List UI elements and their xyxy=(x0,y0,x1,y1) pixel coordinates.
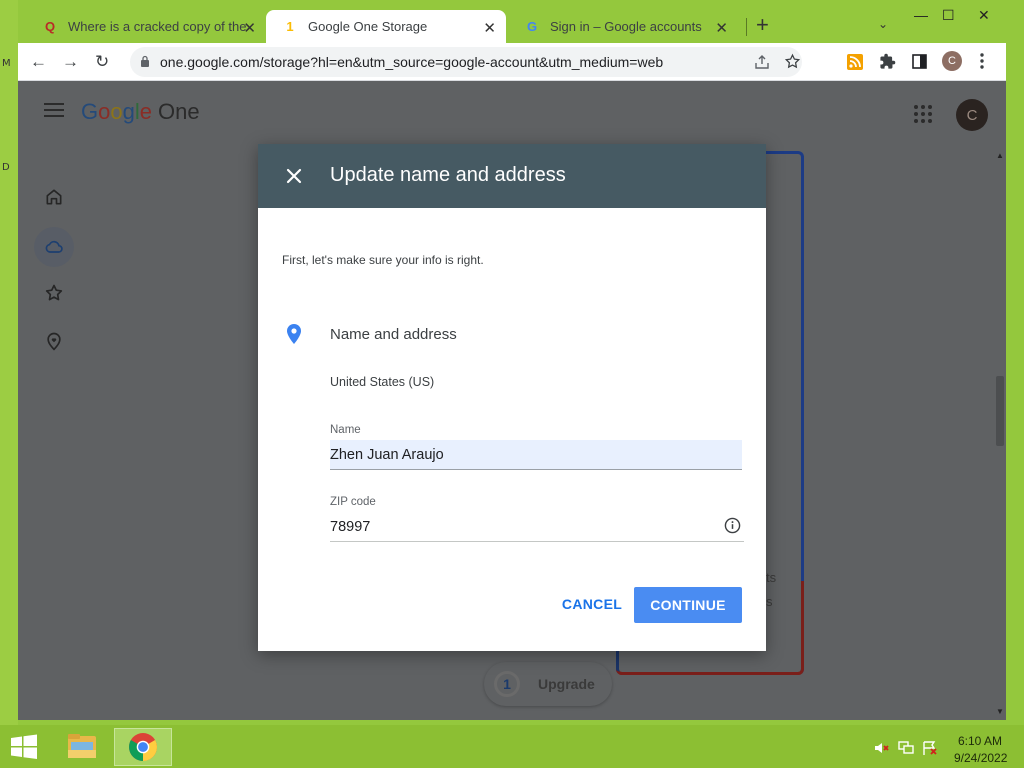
star-icon[interactable] xyxy=(44,283,64,303)
location-pin-icon xyxy=(287,324,301,344)
country-value: United States (US) xyxy=(330,375,435,389)
continue-button[interactable]: CONTINUE xyxy=(634,587,742,623)
tab-quora[interactable]: Q Where is a cracked copy of the C ✕ xyxy=(26,10,266,43)
side-panel-icon[interactable] xyxy=(912,54,927,69)
url-text[interactable]: one.google.com/storage?hl=en&utm_source=… xyxy=(160,54,663,70)
tab-strip: Q Where is a cracked copy of the C ✕ 1 G… xyxy=(18,5,1006,43)
browser-toolbar: ← → ↻ one.google.com/storage?hl=en&utm_s… xyxy=(18,43,1006,81)
google-one-logo[interactable]: Google One xyxy=(81,99,200,125)
cancel-button[interactable]: CANCEL xyxy=(554,586,630,622)
background-text: ts xyxy=(766,570,777,585)
rss-icon[interactable] xyxy=(847,54,863,70)
share-icon[interactable] xyxy=(754,54,770,70)
name-label: Name xyxy=(330,424,361,436)
upgrade-button[interactable]: 1 Upgrade xyxy=(484,662,612,706)
clock-date[interactable]: 9/24/2022 xyxy=(954,751,1007,765)
tab-title: Sign in – Google accounts xyxy=(550,19,702,34)
dialog-title: Update name and address xyxy=(330,164,566,186)
close-icon[interactable]: ✕ xyxy=(483,19,496,37)
close-icon[interactable] xyxy=(286,168,302,184)
update-address-dialog: Update name and address First, let's mak… xyxy=(258,144,766,651)
new-tab-button[interactable]: + xyxy=(756,14,769,36)
forward-icon[interactable]: → xyxy=(62,52,79,72)
bookmark-star-icon[interactable] xyxy=(784,53,801,70)
scrollbar-thumb[interactable] xyxy=(996,376,1004,446)
intro-text: First, let's make sure your info is righ… xyxy=(282,253,484,267)
dialog-header: Update name and address xyxy=(258,144,766,208)
google-one-icon: 1 xyxy=(494,671,520,697)
zip-code-field[interactable] xyxy=(330,512,744,542)
windows-start-icon[interactable] xyxy=(10,734,38,760)
back-icon[interactable]: ← xyxy=(30,52,47,72)
close-icon[interactable]: ✕ xyxy=(715,19,728,37)
background-text: s xyxy=(766,594,773,609)
profile-avatar[interactable]: C xyxy=(942,51,962,71)
tab-google-one[interactable]: 1 Google One Storage ✕ xyxy=(266,10,506,43)
quora-icon: Q xyxy=(44,19,56,34)
maximize-icon[interactable]: ☐ xyxy=(942,7,955,24)
heart-location-icon[interactable] xyxy=(44,331,64,351)
close-icon[interactable]: ✕ xyxy=(243,19,256,37)
browser-window: Q Where is a cracked copy of the C ✕ 1 G… xyxy=(18,5,1006,720)
chrome-icon xyxy=(129,733,157,761)
scroll-up-icon[interactable]: ▲ xyxy=(996,151,1004,160)
clock-time[interactable]: 6:10 AM xyxy=(958,734,1002,748)
cloud-icon[interactable] xyxy=(44,237,64,257)
section-title: Name and address xyxy=(330,326,457,343)
address-bar[interactable]: one.google.com/storage?hl=en&utm_source=… xyxy=(130,47,802,77)
volume-muted-icon[interactable] xyxy=(874,741,890,755)
google-g-icon: G xyxy=(526,19,538,34)
account-avatar[interactable]: C xyxy=(956,99,988,131)
lock-icon xyxy=(141,55,149,67)
name-field[interactable] xyxy=(330,440,742,470)
desktop-icon-label[interactable]: D xyxy=(2,162,10,173)
file-explorer-icon[interactable] xyxy=(58,728,106,766)
tab-separator xyxy=(746,18,747,36)
page-content: Google One C ts s 1 Upgrade ▲ ▼ Update n… xyxy=(18,81,1006,720)
hamburger-menu-icon[interactable] xyxy=(44,103,64,117)
desktop-icon-label[interactable]: M xyxy=(2,58,11,69)
tab-google-sign-in[interactable]: G Sign in – Google accounts ✕ xyxy=(508,10,738,43)
app-bar: Google One C xyxy=(18,81,994,145)
google-apps-icon[interactable] xyxy=(914,105,932,123)
extensions-icon[interactable] xyxy=(879,53,896,70)
google-one-icon: 1 xyxy=(286,19,294,34)
tab-title: Google One Storage xyxy=(308,19,428,34)
home-icon[interactable] xyxy=(44,187,64,207)
network-icon[interactable] xyxy=(898,741,914,755)
info-icon[interactable] xyxy=(724,517,741,534)
kebab-menu-icon[interactable] xyxy=(980,53,984,69)
desktop-edge: M D xyxy=(0,0,18,725)
action-center-icon[interactable] xyxy=(922,741,938,755)
reload-icon[interactable]: ↻ xyxy=(95,52,109,72)
upgrade-label: Upgrade xyxy=(538,676,595,692)
taskbar: 6:10 AM 9/24/2022 xyxy=(0,725,1024,768)
tab-search-icon[interactable]: ⌄ xyxy=(878,17,888,31)
window-close-icon[interactable]: ✕ xyxy=(978,7,990,24)
tab-title: Where is a cracked copy of the C xyxy=(68,19,246,34)
zip-label: ZIP code xyxy=(330,496,376,508)
minimize-icon[interactable]: — xyxy=(914,7,928,23)
scroll-down-icon[interactable]: ▼ xyxy=(996,707,1004,716)
chrome-taskbar-button[interactable] xyxy=(114,728,172,766)
